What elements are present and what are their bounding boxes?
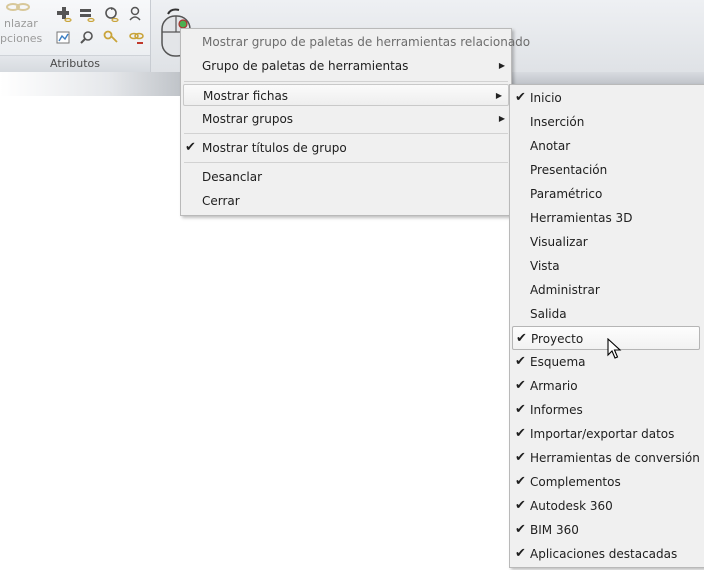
submenu-item-label: Autodesk 360 bbox=[530, 499, 613, 513]
menu-separator bbox=[184, 81, 508, 82]
search-icon bbox=[80, 31, 93, 44]
link-options-label-1: nlazar bbox=[4, 17, 38, 30]
submenu-item[interactable]: ✔ Armario bbox=[510, 374, 704, 398]
list-icon bbox=[80, 9, 95, 22]
search-attribute-button[interactable] bbox=[79, 30, 95, 46]
submenu-arrow-icon: ▶ bbox=[495, 91, 502, 100]
submenu-item-label: Inserción bbox=[530, 115, 585, 129]
check-icon: ✔ bbox=[515, 474, 526, 489]
submenu-item[interactable]: ✔ Autodesk 360 bbox=[510, 494, 704, 518]
menu-item-label: Cerrar bbox=[202, 194, 240, 208]
submenu-item[interactable]: Inserción bbox=[510, 110, 704, 134]
cursor-icon bbox=[607, 338, 622, 359]
check-icon: ✔ bbox=[515, 378, 526, 393]
submenu-item-label: Importar/exportar datos bbox=[530, 427, 675, 441]
submenu-item[interactable]: Anotar bbox=[510, 134, 704, 158]
menu-item-show-panels[interactable]: Mostrar grupos ▶ bbox=[181, 108, 511, 130]
submenu-item[interactable]: Salida bbox=[510, 302, 704, 326]
context-menu: Mostrar grupo de paletas de herramientas… bbox=[180, 28, 530, 216]
check-icon: ✔ bbox=[516, 331, 527, 346]
menu-separator bbox=[184, 162, 508, 163]
submenu-arrow-icon: ▶ bbox=[498, 114, 505, 123]
submenu-item[interactable]: ✔ Inicio bbox=[510, 86, 704, 110]
menu-item-tool-palette-group[interactable]: Grupo de paletas de herramientas ▶ bbox=[181, 55, 511, 77]
submenu-item[interactable]: ✔ Proyecto bbox=[512, 326, 700, 350]
remove-link-icon bbox=[129, 32, 144, 44]
remove-link-button[interactable] bbox=[128, 30, 144, 46]
submenu-item-label: Presentación bbox=[530, 163, 608, 177]
add-icon bbox=[57, 7, 72, 22]
submenu-item[interactable]: ✔ Complementos bbox=[510, 470, 704, 494]
refresh-link-button[interactable] bbox=[103, 6, 119, 22]
menu-item-show-related-palette-group[interactable]: Mostrar grupo de paletas de herramientas… bbox=[181, 31, 530, 53]
link-options-button[interactable]: nlazar pciones bbox=[0, 3, 50, 46]
submenu-item-label: Visualizar bbox=[530, 235, 588, 249]
submenu-item[interactable]: ✔ BIM 360 bbox=[510, 518, 704, 542]
add-attribute-button[interactable] bbox=[56, 6, 72, 22]
chart-attribute-button[interactable] bbox=[56, 30, 72, 46]
menu-item-label: Mostrar títulos de grupo bbox=[202, 141, 347, 155]
submenu-item[interactable]: ✔ Herramientas de conversión bbox=[510, 446, 704, 470]
check-icon: ✔ bbox=[515, 522, 526, 537]
user-attribute-button[interactable] bbox=[128, 6, 144, 22]
submenu-item-label: Inicio bbox=[530, 91, 562, 105]
submenu-item[interactable]: Presentación bbox=[510, 158, 704, 182]
user-icon bbox=[129, 6, 141, 21]
key-link-icon bbox=[103, 30, 118, 43]
panel-title: Atributos bbox=[0, 55, 150, 72]
attributes-panel: nlazar pciones Atributos bbox=[0, 0, 151, 72]
menu-item-close[interactable]: Cerrar bbox=[181, 190, 511, 212]
submenu-item[interactable]: ✔ Aplicaciones destacadas bbox=[510, 542, 704, 566]
submenu-item-label: Aplicaciones destacadas bbox=[530, 547, 678, 561]
check-icon: ✔ bbox=[515, 426, 526, 441]
check-icon: ✔ bbox=[515, 354, 526, 369]
submenu-item-label: Esquema bbox=[530, 355, 586, 369]
menu-item-label: Grupo de paletas de herramientas bbox=[202, 59, 409, 73]
submenu-item-label: Complementos bbox=[530, 475, 621, 489]
list-attribute-button[interactable] bbox=[79, 6, 95, 22]
submenu-item[interactable]: Visualizar bbox=[510, 230, 704, 254]
submenu-item[interactable]: Paramétrico bbox=[510, 182, 704, 206]
submenu-item-label: Paramétrico bbox=[530, 187, 603, 201]
check-icon: ✔ bbox=[515, 402, 526, 417]
submenu-item-label: Salida bbox=[530, 307, 567, 321]
submenu-item[interactable]: ✔ Importar/exportar datos bbox=[510, 422, 704, 446]
submenu-item[interactable]: ✔ Informes bbox=[510, 398, 704, 422]
menu-item-label: Mostrar fichas bbox=[203, 89, 289, 103]
submenu-item[interactable]: Herramientas 3D bbox=[510, 206, 704, 230]
menu-item-show-tabs[interactable]: Mostrar fichas ▶ bbox=[183, 84, 509, 106]
submenu-item-label: Herramientas de conversión bbox=[530, 451, 700, 465]
submenu-item-label: Herramientas 3D bbox=[530, 211, 633, 225]
check-icon: ✔ bbox=[515, 450, 526, 465]
check-icon: ✔ bbox=[515, 546, 526, 561]
menu-item-show-panel-titles[interactable]: ✔ Mostrar títulos de grupo bbox=[181, 137, 511, 159]
menu-item-label: Desanclar bbox=[202, 170, 263, 184]
show-tabs-submenu: ✔ Inicio Inserción Anotar Presentación Paramé… bbox=[509, 84, 704, 568]
submenu-item-label: Armario bbox=[530, 379, 578, 393]
submenu-item-label: Proyecto bbox=[531, 332, 584, 346]
chart-icon bbox=[56, 31, 70, 44]
submenu-item-label: Anotar bbox=[530, 139, 571, 153]
ribbon-tab-bar-highlight bbox=[0, 72, 180, 96]
submenu-item[interactable]: Vista bbox=[510, 254, 704, 278]
key-link-button[interactable] bbox=[103, 30, 119, 46]
refresh-link-icon bbox=[105, 7, 119, 22]
submenu-item-label: Vista bbox=[530, 259, 560, 273]
check-icon: ✔ bbox=[515, 90, 526, 105]
check-icon: ✔ bbox=[185, 140, 196, 155]
menu-separator bbox=[184, 133, 508, 134]
submenu-item-label: Informes bbox=[530, 403, 583, 417]
menu-item-label: Mostrar grupos bbox=[202, 112, 294, 126]
link-attribute-icon bbox=[6, 3, 30, 11]
submenu-item[interactable]: Administrar bbox=[510, 278, 704, 302]
submenu-arrow-icon: ▶ bbox=[498, 61, 505, 70]
submenu-item-label: Administrar bbox=[530, 283, 600, 297]
check-icon: ✔ bbox=[515, 498, 526, 513]
menu-item-undock[interactable]: Desanclar bbox=[181, 166, 511, 188]
link-options-label-2: pciones bbox=[0, 32, 43, 45]
submenu-item-label: BIM 360 bbox=[530, 523, 579, 537]
menu-item-label: Mostrar grupo de paletas de herramientas… bbox=[202, 35, 531, 49]
